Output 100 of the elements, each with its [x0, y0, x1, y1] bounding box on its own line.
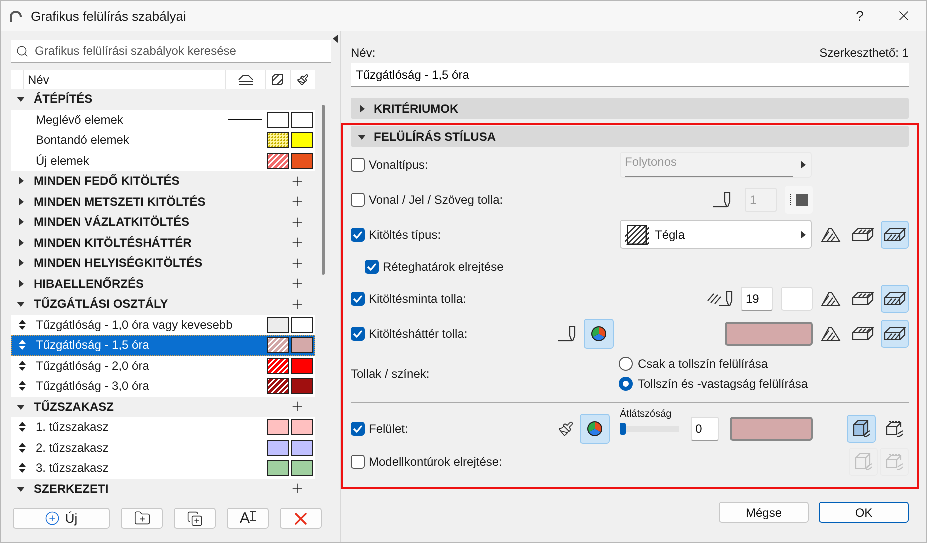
- checkbox[interactable]: [351, 158, 365, 172]
- rule-row[interactable]: Tűzgátlóság - 2,0 óra: [11, 356, 315, 376]
- drag-handle-icon[interactable]: [19, 381, 26, 392]
- caret-icon[interactable]: [17, 484, 25, 493]
- collapse-panel-icon[interactable]: [333, 35, 338, 43]
- caret-icon[interactable]: [358, 132, 366, 140]
- option-label: Kitöltésminta tolla:: [369, 292, 466, 306]
- duplicate-button[interactable]: [174, 508, 216, 529]
- rule-name: Bontandó elemek: [36, 133, 130, 148]
- checkbox[interactable]: [351, 292, 365, 306]
- duplicate-icon: [187, 510, 203, 526]
- color-wheel-icon: [591, 326, 607, 342]
- caret-icon[interactable]: [17, 177, 25, 186]
- slider-thumb[interactable]: [620, 423, 626, 435]
- checkbox[interactable]: [351, 422, 365, 436]
- hatch-swatch-icon: [625, 224, 649, 244]
- option-label: Vonal / Jel / Szöveg tolla:: [369, 192, 504, 206]
- add-icon: [45, 511, 60, 526]
- radio-button[interactable]: [619, 357, 633, 371]
- new-button[interactable]: Új: [13, 508, 110, 529]
- mode-toggle[interactable]: [881, 285, 909, 313]
- mode-toggle[interactable]: [881, 220, 909, 248]
- cut-fill-icon: [821, 291, 841, 307]
- checkbox[interactable]: [351, 192, 365, 206]
- pen-weight-button[interactable]: [785, 186, 813, 214]
- section-header[interactable]: FELÜLÍRÁS STÍLUSA: [351, 126, 909, 147]
- caret-icon[interactable]: [17, 259, 25, 268]
- caret-icon[interactable]: [17, 198, 25, 206]
- search-box[interactable]: Grafikus felülírási szabályok keresése: [11, 40, 331, 63]
- caret-icon[interactable]: [358, 104, 366, 112]
- background-color-swatch[interactable]: [725, 322, 813, 346]
- surface-color-swatch[interactable]: [730, 417, 813, 441]
- drag-handle-icon[interactable]: [19, 463, 26, 474]
- checkbox[interactable]: [365, 260, 379, 274]
- caret-icon[interactable]: [17, 280, 25, 288]
- rule-row[interactable]: Új elemek: [11, 150, 315, 171]
- fill-pattern-icon: [272, 74, 284, 86]
- mode-toggle[interactable]: [881, 320, 909, 348]
- caret-icon[interactable]: [17, 300, 25, 308]
- rule-row[interactable]: 3. tűzszakasz: [11, 458, 315, 478]
- drag-handle-icon[interactable]: [19, 442, 26, 453]
- option-label: Réteghatárok elrejtése: [383, 260, 504, 274]
- rule-name: Meglévő elemek: [36, 112, 124, 127]
- rule-name: Új elemek: [36, 154, 90, 168]
- caret-icon[interactable]: [17, 218, 25, 226]
- cut-fill-icon: [821, 226, 841, 242]
- pen-color-swatch[interactable]: [781, 287, 813, 311]
- pen-number-field[interactable]: 19: [741, 287, 773, 311]
- caret-icon[interactable]: [17, 95, 25, 104]
- radio-label: Tollszín és -vastagság felülírása: [638, 377, 808, 391]
- window-title: Grafikus felülírás szabályai: [31, 8, 188, 24]
- rule-row[interactable]: Bontandó elemek: [11, 130, 315, 150]
- slab-fill-icon: [884, 228, 906, 242]
- fill-type-dropdown[interactable]: Tégla: [620, 220, 812, 249]
- name-field[interactable]: Tűzgátlóság - 1,5 óra: [351, 63, 909, 87]
- radio-button[interactable]: [619, 377, 633, 391]
- group-title: SZERKEZETI: [34, 482, 110, 496]
- rule-name: Tűzgátlóság - 3,0 óra: [36, 379, 150, 394]
- option-label: Modellkontúrok elrejtése:: [369, 455, 502, 469]
- option-label: Kitöltésháttér tolla:: [369, 327, 468, 341]
- delete-button[interactable]: [280, 508, 322, 529]
- caret-icon[interactable]: [17, 238, 25, 247]
- transparency-slider[interactable]: [620, 423, 679, 435]
- cover-fill-icon: [852, 228, 874, 242]
- rule-row[interactable]: Meglévő elemek: [11, 110, 315, 130]
- drag-handle-icon[interactable]: [19, 422, 26, 432]
- caret-icon[interactable]: [17, 402, 25, 411]
- group-title: MINDEN HELYISÉGKITÖLTÉS: [34, 256, 204, 270]
- radio-option[interactable]: Tollszín és -vastagság felülírása: [619, 377, 909, 391]
- rule-row[interactable]: Tűzgátlóság - 1,0 óra vagy kevesebb: [11, 314, 315, 335]
- scrollbar-thumb[interactable]: [322, 105, 324, 275]
- slider-label: Átlátszóság: [620, 409, 673, 420]
- checkbox[interactable]: [351, 455, 365, 469]
- box-brush-icon: [854, 452, 874, 472]
- rule-row[interactable]: Tűzgátlóság - 1,5 óra: [11, 335, 315, 356]
- drag-handle-icon[interactable]: [19, 360, 26, 371]
- rename-button[interactable]: A: [227, 508, 269, 529]
- rule-row[interactable]: 1. tűzszakasz: [11, 417, 315, 438]
- option-label: Tollak / színek:: [351, 367, 430, 381]
- rule-name: 2. tűzszakasz: [36, 440, 110, 455]
- group-title: MINDEN FEDŐ KITÖLTÉS: [34, 174, 181, 188]
- rule-row[interactable]: 2. tűzszakasz: [11, 438, 315, 458]
- drag-handle-icon[interactable]: [19, 340, 26, 350]
- rule-name: 3. tűzszakasz: [36, 461, 110, 476]
- section-header[interactable]: KRITÉRIUMOK: [351, 98, 909, 119]
- transparency-field[interactable]: 0: [690, 417, 719, 441]
- drag-handle-icon[interactable]: [19, 320, 26, 330]
- mode-toggle[interactable]: [847, 415, 876, 443]
- radio-option[interactable]: Csak a tollszín felülírása: [619, 357, 909, 371]
- color-wheel-button[interactable]: [584, 319, 614, 349]
- new-folder-button[interactable]: [121, 508, 163, 529]
- help-button[interactable]: ?: [838, 1, 882, 31]
- dialog-button[interactable]: Mégse: [719, 502, 809, 523]
- dialog-button[interactable]: OK: [819, 502, 909, 523]
- checkbox[interactable]: [351, 228, 365, 242]
- color-wheel-button[interactable]: [580, 414, 610, 444]
- slab-fill-icon: [884, 327, 906, 341]
- search-field[interactable]: Grafikus felülírási szabályok keresése: [33, 43, 331, 59]
- checkbox[interactable]: [351, 327, 365, 341]
- rule-row[interactable]: Tűzgátlóság - 3,0 óra: [11, 376, 315, 396]
